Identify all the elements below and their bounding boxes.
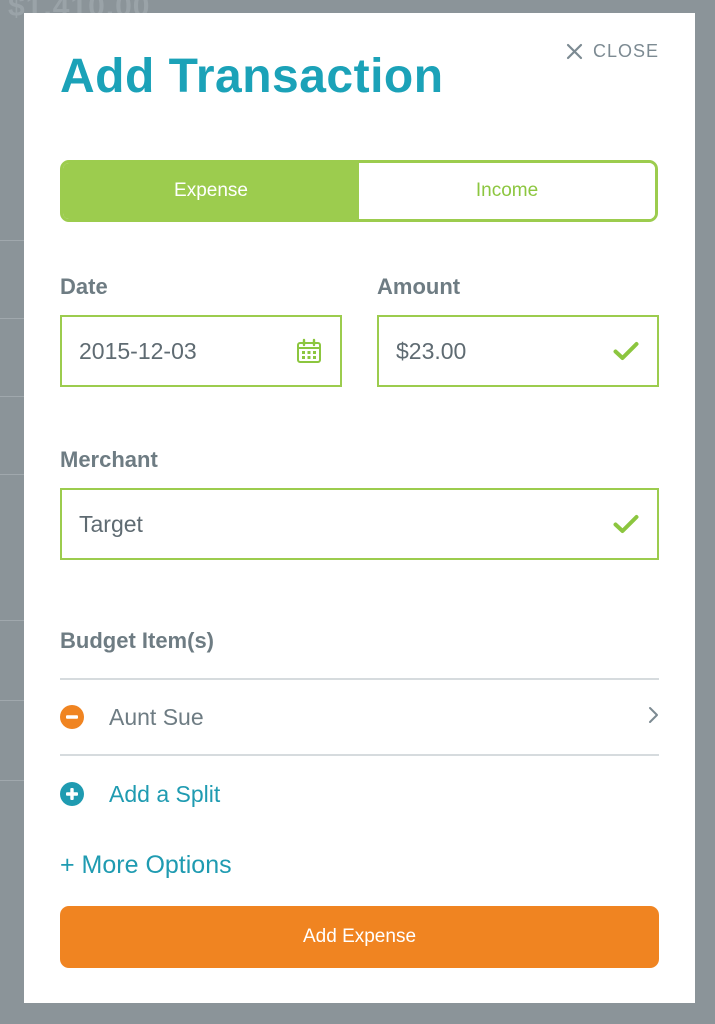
merchant-field[interactable] — [60, 488, 659, 560]
background-divider — [0, 780, 24, 781]
background-divider — [0, 620, 24, 621]
budget-item-aunt-sue[interactable]: Aunt Sue — [60, 680, 659, 754]
background-divider — [0, 700, 24, 701]
close-icon — [566, 43, 583, 60]
income-tab[interactable]: Income — [359, 163, 655, 219]
remove-circle-icon[interactable] — [60, 705, 84, 729]
background-divider — [0, 240, 24, 241]
chevron-right-icon — [647, 706, 659, 729]
checkmark-icon — [613, 514, 639, 534]
background-divider — [0, 474, 24, 475]
budget-items-label: Budget Item(s) — [60, 628, 214, 653]
merchant-label: Merchant — [60, 447, 158, 472]
background-divider — [0, 396, 24, 397]
close-button[interactable]: CLOSE — [566, 41, 659, 62]
calendar-icon[interactable] — [296, 338, 322, 364]
amount-field[interactable] — [377, 315, 659, 387]
date-label: Date — [60, 274, 108, 299]
add-split-button[interactable]: Add a Split — [60, 757, 659, 831]
add-expense-button[interactable]: Add Expense — [60, 906, 659, 968]
merchant-input[interactable] — [79, 510, 613, 538]
budget-item-label: Aunt Sue — [109, 703, 204, 730]
close-label: CLOSE — [592, 41, 659, 61]
background-divider — [0, 318, 24, 319]
amount-label: Amount — [377, 274, 461, 299]
add-circle-icon — [60, 782, 84, 806]
add-transaction-modal: CLOSE Add Transaction Expense Income Dat… — [24, 13, 695, 1003]
add-split-label: Add a Split — [109, 780, 221, 807]
divider — [60, 754, 659, 756]
amount-input[interactable] — [396, 337, 613, 365]
date-input[interactable] — [79, 337, 296, 365]
modal-title: Add Transaction — [60, 50, 444, 103]
expense-tab[interactable]: Expense — [63, 163, 359, 219]
transaction-type-toggle: Expense Income — [60, 160, 658, 222]
more-options-link[interactable]: + More Options — [60, 851, 232, 880]
date-field[interactable] — [60, 315, 342, 387]
checkmark-icon — [613, 341, 639, 361]
